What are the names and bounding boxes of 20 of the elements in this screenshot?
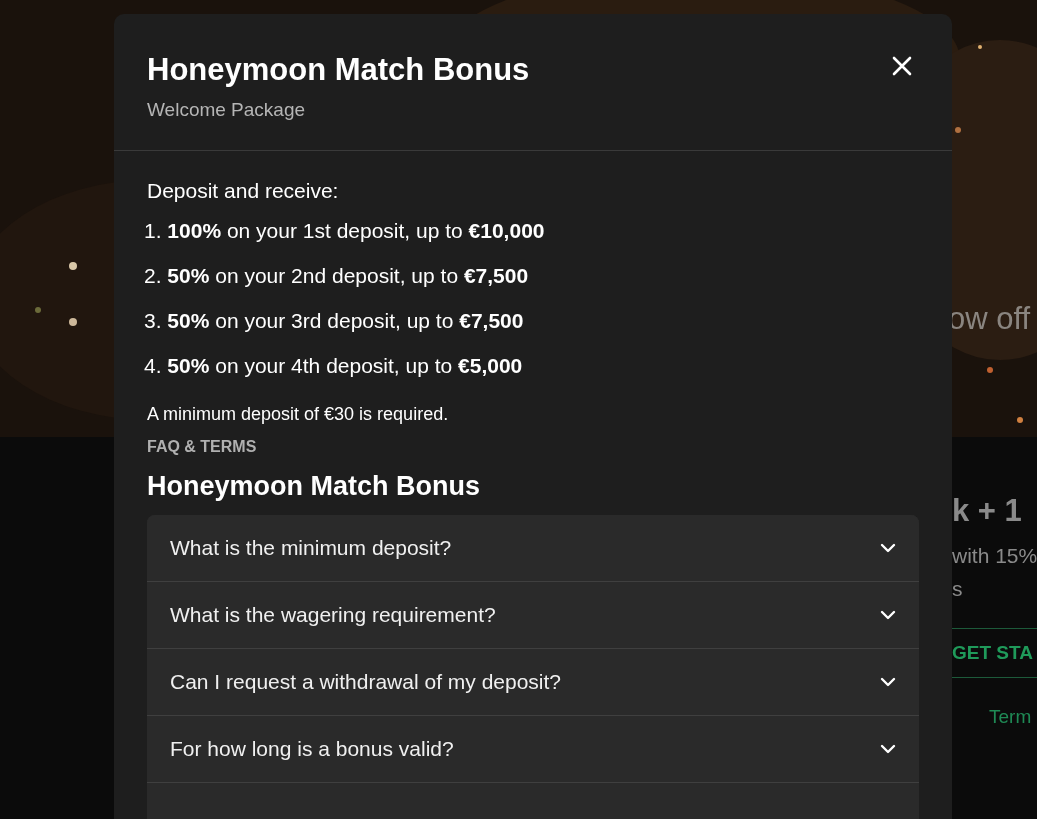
chevron-icon <box>880 677 896 687</box>
close-button[interactable] <box>890 54 914 78</box>
card-text: with 15% <box>952 543 1037 569</box>
chevron-icon <box>880 610 896 620</box>
card-text: s <box>952 576 964 602</box>
chevron-icon <box>880 744 896 754</box>
bonus-tier-text: 4. 50% on your 4th deposit, up to €5,000 <box>144 353 523 379</box>
modal-title: Honeymoon Match Bonus <box>147 51 530 89</box>
bonus-tier-text: 2. 50% on your 2nd deposit, up to €7,500 <box>144 263 529 289</box>
modal-subtitle: Welcome Package <box>147 98 307 122</box>
chevron-icon <box>880 543 896 553</box>
terms-link[interactable]: Term <box>952 703 1037 732</box>
minimum-deposit-note: A minimum deposit of €30 is required. <box>147 403 450 426</box>
bonus-tier-text: 1. 100% on your 1st deposit, up to €10,000 <box>144 218 545 244</box>
bonus-tier-text: 3. 50% on your 3rd deposit, up to €7,500 <box>144 308 524 334</box>
faq-title: Honeymoon Match Bonus <box>147 470 481 503</box>
intro-text: Deposit and receive: <box>147 178 340 204</box>
section-label: FAQ & TERMS <box>147 437 258 457</box>
close-icon <box>892 56 912 76</box>
card-title: k + 1 <box>952 493 1023 529</box>
